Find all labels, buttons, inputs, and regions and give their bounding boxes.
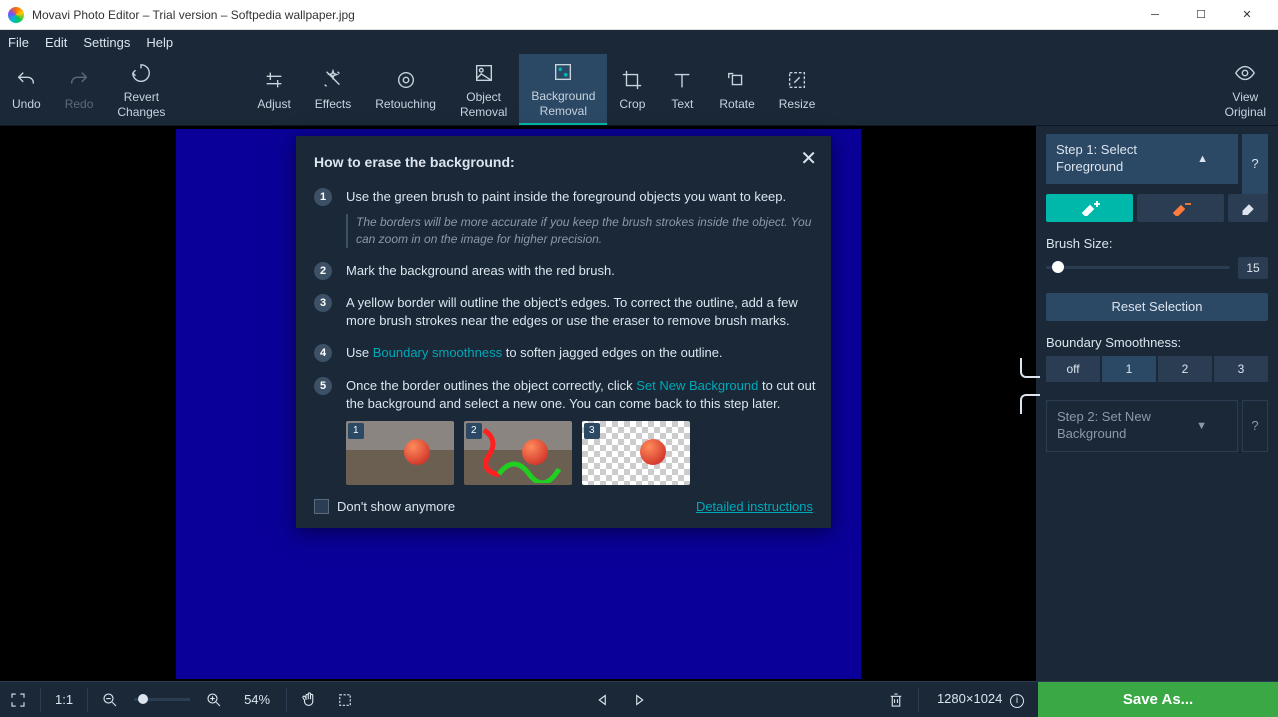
set-bg-link[interactable]: Set New Background — [636, 378, 758, 393]
menu-bar: File Edit Settings Help — [0, 30, 1278, 54]
prev-button[interactable] — [585, 682, 621, 717]
boundary-link[interactable]: Boundary smoothness — [373, 345, 502, 360]
zoom-in-button[interactable] — [196, 682, 232, 717]
brush-size-label: Brush Size: — [1046, 236, 1268, 251]
menu-file[interactable]: File — [8, 35, 29, 50]
hand-tool-button[interactable] — [291, 682, 327, 717]
fit-button[interactable]: 1:1 — [45, 692, 83, 707]
brush-add-button[interactable] — [1046, 194, 1133, 222]
close-button[interactable]: ✕ — [1224, 0, 1270, 30]
tip-thumb-1: 1 — [346, 421, 454, 485]
next-button[interactable] — [621, 682, 657, 717]
app-logo — [8, 7, 24, 23]
title-bar: Movavi Photo Editor – Trial version – So… — [0, 0, 1278, 30]
maximize-button[interactable]: ☐ — [1178, 0, 1224, 30]
step-text: A yellow border will outline the object'… — [346, 294, 817, 330]
boundary-off[interactable]: off — [1046, 356, 1100, 382]
main-toolbar: Undo Redo Revert Changes Adjust Effects … — [0, 54, 1278, 126]
step-badge: 2 — [314, 262, 332, 280]
brush-size-slider[interactable] — [1046, 266, 1230, 269]
step-badge: 5 — [314, 377, 332, 395]
tips-close-button[interactable]: ✕ — [800, 146, 817, 171]
minimize-button[interactable]: ─ — [1132, 0, 1178, 30]
window-title: Movavi Photo Editor – Trial version – So… — [32, 8, 1132, 22]
chevron-down-icon: ▼ — [1196, 420, 1207, 432]
tip-thumb-3: 3 — [582, 421, 690, 485]
boundary-segments: off 1 2 3 — [1046, 356, 1268, 382]
step-text: Mark the background areas with the red b… — [346, 262, 817, 280]
text-button[interactable]: Text — [657, 54, 707, 125]
step-badge: 1 — [314, 188, 332, 206]
adjust-button[interactable]: Adjust — [245, 54, 302, 125]
help-button-2[interactable]: ? — [1242, 400, 1268, 452]
step-badge: 3 — [314, 294, 332, 312]
object-removal-icon — [471, 60, 497, 86]
zoom-value: 54% — [232, 692, 282, 707]
info-icon[interactable]: i — [1010, 694, 1024, 708]
menu-edit[interactable]: Edit — [45, 35, 67, 50]
tips-heading: How to erase the background: — [314, 154, 831, 170]
detailed-instructions-link[interactable]: Detailed instructions — [696, 499, 813, 514]
rotate-icon — [724, 67, 750, 93]
chevron-up-icon: ▲ — [1197, 153, 1208, 165]
text-icon — [669, 67, 695, 93]
redo-button[interactable]: Redo — [53, 54, 106, 125]
rotate-button[interactable]: Rotate — [707, 54, 766, 125]
revert-button[interactable]: Revert Changes — [105, 54, 177, 125]
canvas-area[interactable]: SOFTPEDIA® ✕ How to erase the background… — [0, 126, 1036, 681]
boundary-2[interactable]: 2 — [1158, 356, 1212, 382]
bg-removal-icon — [550, 59, 576, 85]
step-text: Once the border outlines the object corr… — [346, 377, 817, 485]
checkbox-icon — [314, 499, 329, 514]
resize-button[interactable]: Resize — [767, 54, 828, 125]
crop-button[interactable]: Crop — [607, 54, 657, 125]
undo-icon — [13, 67, 39, 93]
menu-settings[interactable]: Settings — [83, 35, 130, 50]
main-area: SOFTPEDIA® ✕ How to erase the background… — [0, 126, 1278, 681]
selection-tool-button[interactable] — [327, 682, 363, 717]
help-button[interactable]: ? — [1242, 134, 1268, 194]
retouch-icon — [393, 67, 419, 93]
boundary-label: Boundary Smoothness: — [1046, 335, 1268, 350]
fullscreen-button[interactable] — [0, 682, 36, 717]
undo-button[interactable]: Undo — [0, 54, 53, 125]
status-bar: 1:1 54% 1280×1024 i Save As... — [0, 681, 1278, 717]
view-original-button[interactable]: View Original — [1213, 54, 1278, 125]
step-text: Use the green brush to paint inside the … — [346, 188, 817, 248]
eraser-button[interactable] — [1228, 194, 1268, 222]
boundary-3[interactable]: 3 — [1214, 356, 1268, 382]
step1-header[interactable]: Step 1: Select Foreground▲ — [1046, 134, 1238, 184]
delete-button[interactable] — [878, 682, 914, 717]
step2-header[interactable]: Step 2: Set New Background▼ — [1046, 400, 1238, 452]
redo-icon — [66, 67, 92, 93]
retouching-button[interactable]: Retouching — [363, 54, 448, 125]
save-as-button[interactable]: Save As... — [1038, 682, 1278, 717]
eye-icon — [1232, 60, 1258, 86]
resize-icon — [784, 67, 810, 93]
dont-show-checkbox[interactable]: Don't show anymore — [314, 499, 455, 514]
brush-subtract-button[interactable] — [1137, 194, 1224, 222]
crop-icon — [619, 67, 645, 93]
zoom-out-button[interactable] — [92, 682, 128, 717]
menu-help[interactable]: Help — [146, 35, 173, 50]
tips-panel: ✕ How to erase the background: 1 Use the … — [296, 136, 831, 528]
effects-icon — [320, 67, 346, 93]
revert-icon — [128, 60, 154, 86]
tip-thumb-2: 2 — [464, 421, 572, 485]
step-text: Use Boundary smoothness to soften jagged… — [346, 344, 817, 362]
dimensions: 1280×1024 i — [923, 691, 1038, 708]
effects-button[interactable]: Effects — [303, 54, 363, 125]
adjust-icon — [261, 67, 287, 93]
reset-selection-button[interactable]: Reset Selection — [1046, 293, 1268, 321]
sidebar: Step 1: Select Foreground▲ ? Brush Size:… — [1036, 126, 1278, 681]
background-removal-button[interactable]: Background Removal — [519, 54, 607, 125]
zoom-slider[interactable] — [134, 698, 190, 701]
boundary-1[interactable]: 1 — [1102, 356, 1156, 382]
step-badge: 4 — [314, 344, 332, 362]
object-removal-button[interactable]: Object Removal — [448, 54, 519, 125]
brush-size-value[interactable]: 15 — [1238, 257, 1268, 279]
